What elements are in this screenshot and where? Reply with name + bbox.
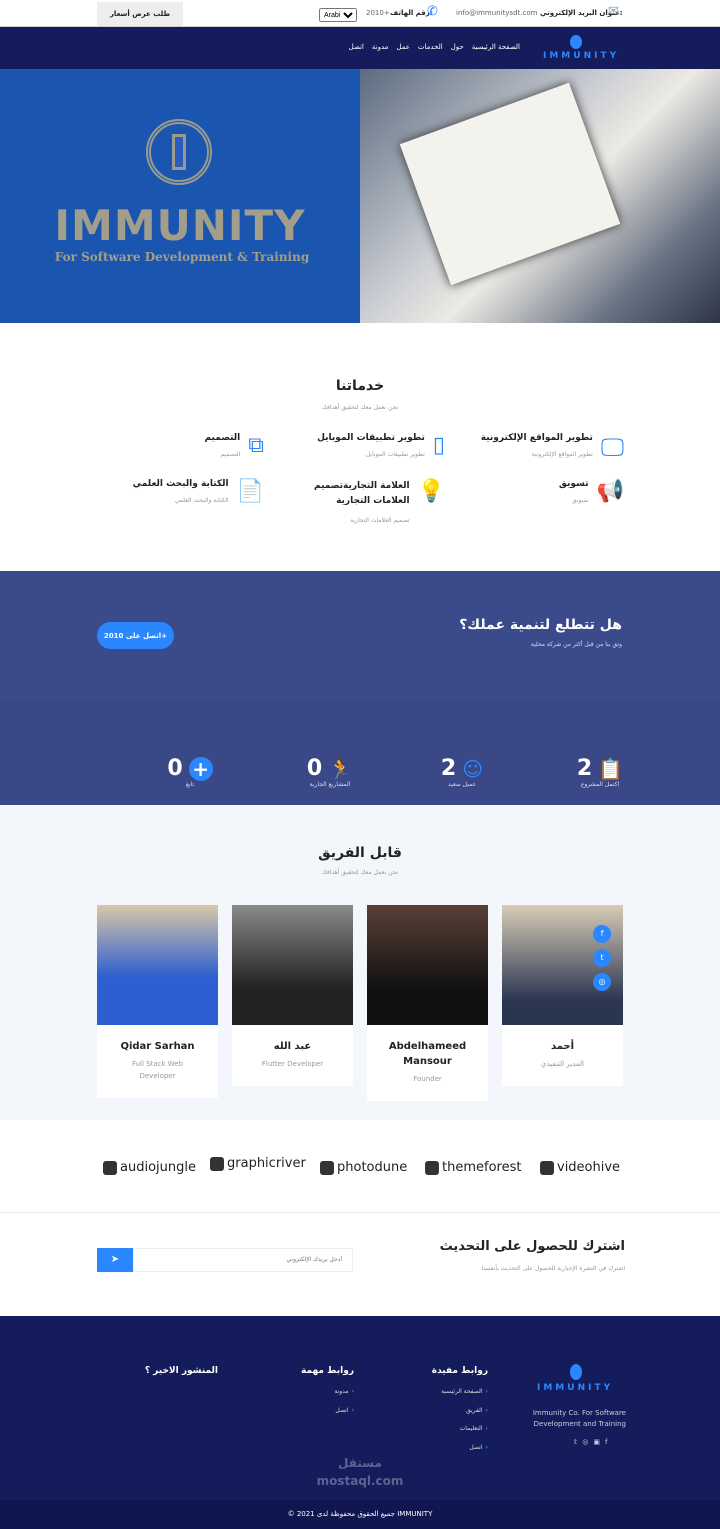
cta-subtitle: وثق بنا من قبل أكثر من شركة محلية — [530, 641, 622, 648]
nav-logo[interactable]: IMMUNITY — [543, 51, 619, 61]
mail-icon: ✉ — [608, 4, 619, 19]
service-item[interactable]: 📢 تسويق تسويق — [424, 479, 624, 504]
design-icon: ⧉ — [248, 433, 264, 458]
phone-icon: ✆ — [427, 4, 438, 19]
brand-logo: videohive — [540, 1160, 620, 1175]
send-button[interactable]: ➤ — [97, 1248, 133, 1272]
team-card[interactable]: عبد الله Flutter Developer — [232, 905, 353, 1086]
plus-circle-icon: + — [188, 756, 213, 781]
phone-value: 2010+ — [366, 9, 390, 17]
footer-link[interactable]: ‹اتصل — [469, 1444, 488, 1451]
subscribe-title: اشترك للحصول على التحديث — [439, 1239, 625, 1254]
footer-link[interactable]: ‹الصفحة الرئيسية — [441, 1388, 488, 1395]
instagram-icon[interactable]: ◎ — [593, 973, 611, 991]
email-value[interactable]: info@immunitysdt.com — [456, 9, 537, 17]
stat-clients: 2 ☺ عميل سعيد — [440, 756, 484, 788]
service-item[interactable]: ⧉ التصميم التصميم — [64, 433, 265, 458]
nav-about[interactable]: حول — [451, 43, 464, 51]
top-bar: طلب عرض أسعار Arabic 2010+ رقم الهاتف: ✆… — [0, 0, 720, 27]
clipboard-icon: 📋 — [598, 756, 624, 781]
stats-section: 2 📋 اكتمل المشروع 2 ☺ عميل سعيد 0 🏃 المشاريع ا… — [0, 700, 720, 805]
service-item[interactable]: 💡 العلامة التجاريةتصميم العلامات التجارية… — [295, 479, 445, 524]
email-input[interactable] — [133, 1248, 353, 1272]
footer-about: Immunity Co. For Software Development an… — [532, 1409, 626, 1428]
smile-icon: ☺ — [462, 756, 484, 781]
stat-ongoing: 0 🏃 المشاريع الجارية — [306, 756, 354, 788]
language-select[interactable]: Arabic — [319, 8, 357, 22]
footer-link[interactable]: ‹التعليمات — [460, 1425, 488, 1432]
team-photo: f t ◎ — [502, 905, 623, 1025]
footer-col1-title: روابط مفيدة — [431, 1366, 488, 1376]
brand-logo: themeforest — [425, 1160, 521, 1175]
footer: IMMUNITY Immunity Co. For Software Devel… — [0, 1316, 720, 1500]
service-item[interactable]: 📄 الكتابة والبحث العلمي الكتابة والبحث الع… — [64, 479, 264, 504]
document-icon: 📄 — [236, 479, 264, 504]
team-section: قابل الفريق نحن نعمل معك لتحقيق أهدافك Q… — [0, 805, 720, 1120]
team-card[interactable]: Qidar Sarhan Full Stack Web Developer — [97, 905, 218, 1098]
wireframe-sketch — [399, 82, 621, 286]
services-subtitle: نحن نعمل معك لتحقيق أهدافك — [321, 404, 399, 411]
copyright-bar: © 2021 جميع الحقوق محفوظة لدى IMMUNITY — [0, 1500, 720, 1529]
brand-logo: audiojungle — [103, 1160, 196, 1175]
subscribe-section: اشترك للحصول على التحديث اشترك في النشرة… — [0, 1212, 720, 1316]
team-subtitle: نحن نعمل معك لتحقيق أهدافك — [321, 869, 399, 876]
team-title: قابل الفريق — [318, 845, 402, 861]
nav-contact[interactable]: اتصل — [349, 43, 364, 51]
brand-logo: photodune — [320, 1160, 407, 1175]
footer-logo: IMMUNITY — [537, 1383, 614, 1393]
stat-follow: 0 + تابع — [130, 756, 250, 788]
service-item[interactable]: 🖵 تطوير المواقع الإلكترونية تطوير المواقع … — [424, 433, 624, 461]
footer-col2-title: روابط مهمة — [300, 1366, 354, 1376]
hero-tagline: For Software Development & Training — [54, 250, 310, 264]
mostaql-watermark: مستقل mostaql.com — [316, 1456, 404, 1488]
hero: IMMUNITY For Software Development & Trai… — [0, 69, 720, 323]
facebook-icon[interactable]: f — [593, 925, 611, 943]
nav-work[interactable]: عمل — [396, 43, 410, 51]
nav-home[interactable]: الصفحة الرئيسية — [472, 43, 520, 51]
nav-menu: الصفحة الرئيسية حول الخدمات عمل مدونة ات… — [349, 43, 520, 51]
hero-brand: IMMUNITY — [54, 201, 306, 250]
call-button[interactable]: اتصل على 2010+ — [97, 622, 174, 649]
footer-link[interactable]: ‹اتصل — [335, 1407, 354, 1414]
footer-logo-icon — [570, 1364, 582, 1380]
stat-completed: 2 📋 اكتمل المشروع — [576, 756, 624, 788]
megaphone-icon: 📢 — [596, 479, 624, 504]
nav-services[interactable]: الخدمات — [418, 43, 443, 51]
request-quote-button[interactable]: طلب عرض أسعار — [97, 2, 183, 26]
team-photo — [367, 905, 488, 1025]
team-photo — [97, 905, 218, 1025]
mobile-icon: ▯ — [432, 433, 445, 458]
team-card[interactable]: Abdelhameed Mansour Founder — [367, 905, 488, 1101]
subscribe-subtitle: اشترك في النشرة الإخبارية للحصول على الت… — [481, 1265, 625, 1272]
main-nav: IMMUNITY الصفحة الرئيسية حول الخدمات عمل… — [0, 27, 720, 69]
nav-blog[interactable]: مدونة — [372, 43, 389, 51]
services-title: خدماتنا — [335, 378, 385, 394]
footer-link[interactable]: ‹مدونة — [334, 1388, 354, 1395]
monitor-icon: 🖵 — [600, 433, 624, 461]
footer-col3-title: المنشور الاخير ؟ — [144, 1366, 218, 1376]
hero-brand-panel: IMMUNITY For Software Development & Trai… — [0, 69, 360, 323]
hero-logo-icon — [146, 119, 212, 185]
running-icon: 🏃 — [328, 756, 354, 781]
paper-plane-icon: ➤ — [110, 1254, 120, 1265]
footer-link[interactable]: ‹الفريق — [466, 1407, 488, 1414]
footer-social-icons[interactable]: 𝕥◎▣f — [574, 1438, 612, 1446]
services-section: خدماتنا نحن نعمل معك لتحقيق أهدافك 🖵 تطوي… — [0, 323, 720, 571]
team-photo — [232, 905, 353, 1025]
twitter-icon[interactable]: t — [593, 949, 611, 967]
cta-title: هل تتطلع لتنمية عملك؟ — [459, 617, 622, 633]
service-item[interactable]: ▯ تطوير تطبيقات الموبايل تطوير تطبيقات الم… — [245, 433, 445, 458]
brand-logo: graphicriver — [210, 1156, 306, 1171]
hero-photo — [360, 69, 720, 323]
logo-icon — [570, 35, 582, 49]
team-card[interactable]: f t ◎ أحمد المدير التنفيذي — [502, 905, 623, 1086]
brands-section: audiojungle graphicriver photodune theme… — [0, 1120, 720, 1212]
lightbulb-icon: 💡 — [417, 479, 445, 504]
cta-section: هل تتطلع لتنمية عملك؟ وثق بنا من قبل أكث… — [0, 571, 720, 701]
